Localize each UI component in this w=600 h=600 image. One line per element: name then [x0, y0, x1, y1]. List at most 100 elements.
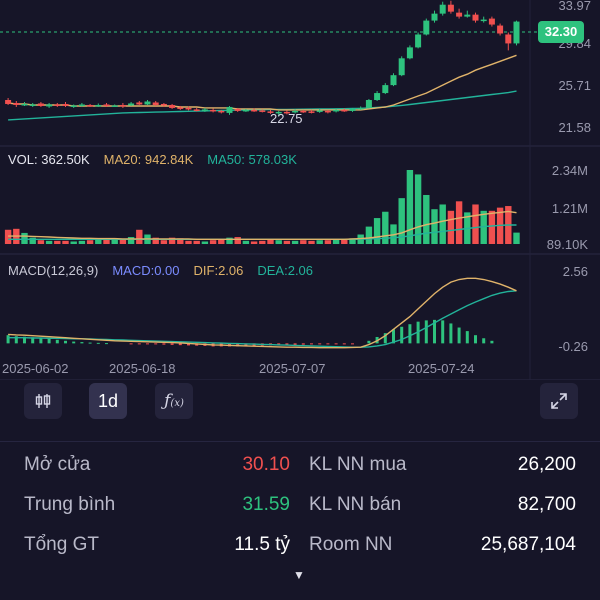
- candle-body: [431, 13, 438, 21]
- candle-body: [382, 85, 389, 94]
- candle-body: [62, 103, 69, 106]
- foreign-room-value: 25,687,104: [480, 534, 576, 555]
- candle-body: [480, 19, 487, 22]
- volume-bar: [447, 210, 455, 244]
- chart-type-button[interactable]: [24, 383, 62, 419]
- volume-bar: [406, 170, 414, 244]
- volume-bar: [300, 240, 307, 244]
- volume-bar: [70, 241, 77, 244]
- volume-bar: [201, 241, 209, 244]
- volume-bar: [193, 240, 200, 244]
- dea-value: DEA:2.06: [257, 263, 314, 278]
- candle-body: [70, 105, 77, 107]
- candle-body: [13, 102, 20, 105]
- price-tick-3: 25.71: [558, 78, 591, 93]
- macd-bar: [137, 343, 141, 345]
- macd-bar: [400, 326, 404, 344]
- macd-bar: [334, 343, 338, 345]
- volume-bar: [431, 209, 438, 244]
- macd-bar: [88, 342, 92, 344]
- candle-body: [78, 104, 85, 106]
- candle-body: [185, 107, 192, 110]
- candle-body: [169, 104, 176, 108]
- candle-body: [152, 102, 159, 105]
- stats-row: Trung bình 31.59 KL NN bán 82,700: [0, 494, 600, 534]
- macd-bar: [154, 343, 158, 345]
- volume-bar: [332, 239, 340, 244]
- candle-body: [128, 103, 135, 106]
- date-tick-2: 2025-06-18: [109, 361, 176, 376]
- volume-bar: [283, 240, 291, 244]
- candle-body: [365, 100, 372, 108]
- volume-bars: [4, 170, 520, 244]
- volume-bar: [455, 201, 463, 244]
- candle-body: [87, 104, 94, 107]
- macd-bar: [162, 343, 166, 345]
- macd-bar: [105, 343, 108, 345]
- candle-body: [333, 109, 340, 112]
- macd-bar: [441, 320, 445, 344]
- macd-tick-min: -0.26: [558, 339, 588, 354]
- volume-bar: [439, 204, 446, 244]
- macd-bar: [408, 324, 412, 344]
- volume-bar: [78, 240, 86, 244]
- volume-bar: [423, 194, 430, 244]
- period-button[interactable]: 1d: [89, 383, 127, 419]
- candle-body: [201, 109, 208, 111]
- vol-tick-min: 89.10K: [547, 237, 589, 252]
- candle-body: [447, 4, 454, 12]
- foreign-room-label: Room NN: [309, 534, 393, 555]
- macd-title: MACD(12,26,9): [8, 263, 99, 278]
- candle-body: [177, 107, 184, 109]
- macd-dif-line: [8, 277, 517, 349]
- chart-toolbar: 1d ƒ(x): [0, 383, 600, 421]
- volume-bar: [4, 229, 12, 244]
- macd-bar: [301, 343, 305, 345]
- volume-bar: [250, 241, 258, 244]
- volume-bar: [234, 237, 241, 244]
- volume-bar: [291, 240, 299, 244]
- macd-bar: [367, 340, 371, 344]
- candle-body: [357, 107, 364, 110]
- candle-body: [29, 104, 36, 106]
- candle-body: [21, 103, 28, 106]
- candle-body: [341, 109, 348, 112]
- volume-bar: [308, 240, 315, 244]
- volume-legend: VOL: 362.50K MA20: 942.84K MA50: 578.03K: [8, 152, 297, 167]
- volume-bar: [324, 240, 332, 244]
- average-label: Trung bình: [24, 494, 116, 515]
- macd-bar: [72, 341, 76, 344]
- volume-bar: [472, 204, 479, 244]
- indicator-button[interactable]: ƒ(x): [155, 383, 193, 419]
- price-ma-fast-line: [8, 54, 517, 111]
- candle-body: [144, 101, 151, 105]
- macd-bar: [96, 342, 100, 344]
- stock-chart[interactable]: 33.97 29.84 25.71 21.58 22.75 2.34M 1.21…: [0, 0, 600, 380]
- candle-body: [46, 104, 53, 107]
- macd-bar: [80, 342, 84, 344]
- vol-ma20: MA20: 942.84K: [103, 152, 194, 167]
- average-value: 31.59: [242, 494, 290, 515]
- candle-body: [218, 110, 225, 113]
- expand-more-button[interactable]: ▼: [293, 568, 305, 582]
- vol-tick-max: 2.34M: [552, 163, 588, 178]
- macd-bar: [342, 343, 346, 345]
- candle-body: [398, 58, 405, 76]
- candle-body: [95, 104, 102, 107]
- macd-bar: [449, 323, 453, 344]
- open-label: Mở cửa: [24, 454, 91, 475]
- volume-bar: [86, 240, 94, 244]
- volume-bar: [160, 240, 168, 244]
- expand-button[interactable]: [540, 383, 578, 419]
- volume-bar: [275, 240, 282, 244]
- candle-body: [513, 21, 520, 44]
- total-value: 11.5 tỷ: [234, 534, 290, 555]
- macd-bar: [55, 339, 59, 344]
- candle-body: [119, 104, 126, 107]
- candle-body: [193, 109, 200, 111]
- macd-bar: [474, 335, 477, 344]
- macd-tick-max: 2.56: [563, 264, 588, 279]
- candle-body: [488, 18, 495, 25]
- candle-body: [415, 34, 422, 48]
- macd-bar: [465, 331, 469, 344]
